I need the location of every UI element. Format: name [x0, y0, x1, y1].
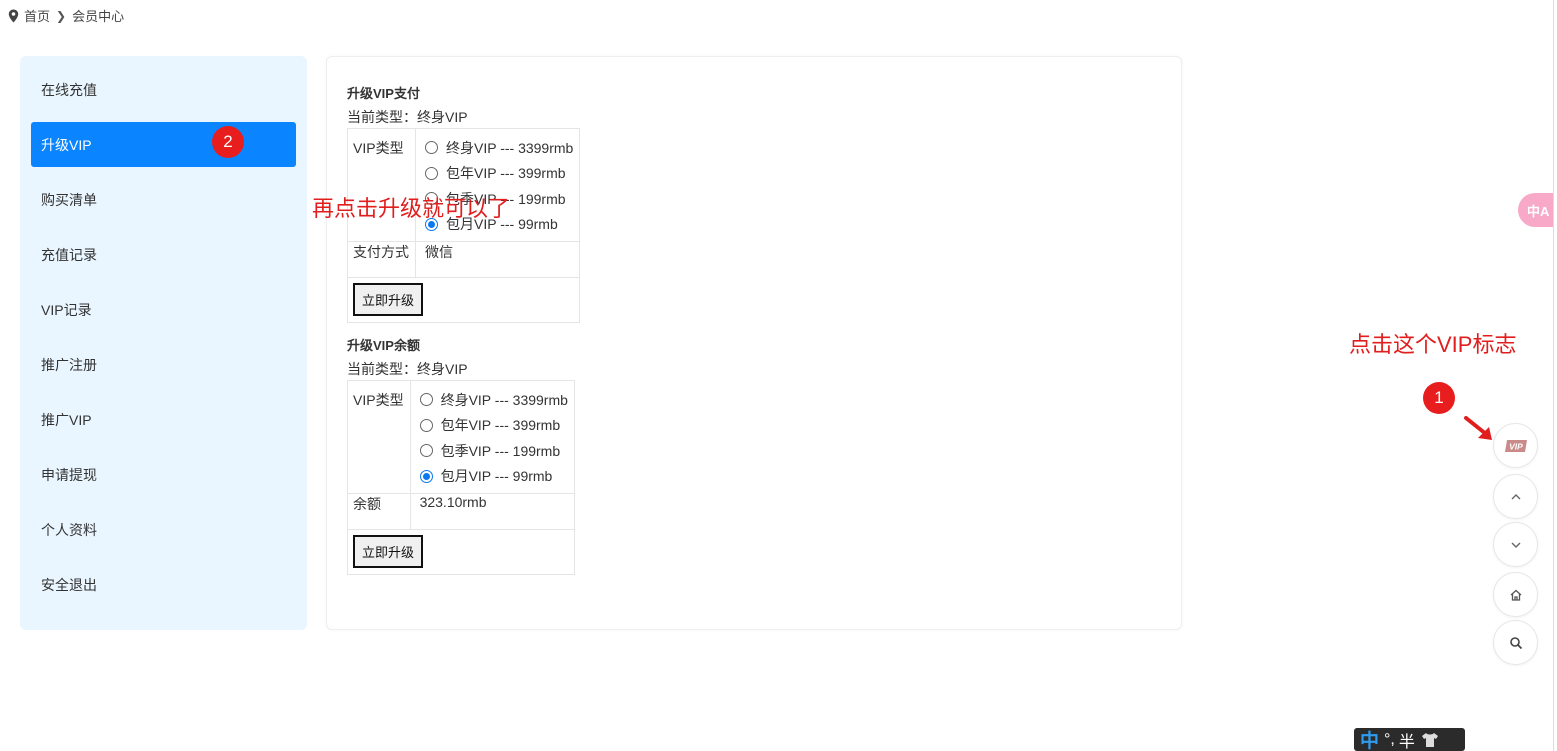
home-button[interactable] — [1493, 572, 1538, 617]
radio-option-yearly[interactable]: 包年VIP --- 399rmb — [419, 413, 568, 439]
radio-button[interactable] — [419, 444, 433, 458]
search-button[interactable] — [1493, 620, 1538, 665]
annotation-arrow-icon — [1464, 416, 1492, 440]
search-icon — [1509, 636, 1522, 649]
vip-type-options: 终身VIP --- 3399rmb 包年VIP --- 399rmb 包季VIP… — [414, 128, 581, 242]
home-icon — [1510, 589, 1521, 601]
main-panel: 升级VIP支付 当前类型：终身VIP VIP类型 终身VIP --- 3399r… — [326, 56, 1182, 630]
balance-upgrade-button[interactable]: 立即升级 — [353, 535, 424, 568]
translate-icon: 中A — [1527, 203, 1550, 219]
balance-value: 323.10rmb — [409, 493, 575, 530]
balance-form-table: VIP类型 终身VIP --- 3399rmb 包年VIP --- 399rmb… — [347, 380, 575, 575]
translate-tab[interactable]: 中A — [1518, 193, 1557, 227]
sidebar-item-online-recharge[interactable]: 在线充值 — [31, 67, 296, 112]
radio-button[interactable] — [425, 141, 438, 155]
sidebar-item-vip-records[interactable]: VIP记录 — [31, 287, 296, 332]
scrollbar-edge — [1553, 0, 1557, 751]
sidebar-item-promo-vip[interactable]: 推广VIP — [31, 397, 296, 442]
scroll-down-button[interactable] — [1493, 522, 1538, 567]
balance-section-title: 升级VIP余额 — [347, 338, 420, 353]
svg-text:VIP: VIP — [1509, 441, 1523, 451]
radio-option-quarterly[interactable]: 包季VIP --- 199rmb — [419, 438, 568, 464]
pay-current-type: 当前类型：终身VIP — [347, 109, 468, 125]
member-sidebar: 在线充值 升级VIP 购买清单 充值记录 VIP记录 推广注册 推广VIP 申请… — [20, 56, 307, 630]
chevron-right-icon: ❯ — [56, 8, 67, 23]
pay-upgrade-button[interactable]: 立即升级 — [353, 283, 424, 316]
step-1-badge: 1 — [1423, 382, 1455, 414]
scroll-up-button[interactable] — [1493, 474, 1538, 519]
pay-method-label: 支付方式 — [347, 241, 416, 278]
ime-mode[interactable]: 中 — [1360, 726, 1379, 751]
sidebar-item-withdraw[interactable]: 申请提现 — [31, 452, 296, 497]
radio-option-monthly[interactable]: 包月VIP --- 99rmb — [419, 464, 568, 490]
sidebar-item-recharge-records[interactable]: 充值记录 — [31, 232, 296, 277]
sidebar-item-profile[interactable]: 个人资料 — [31, 507, 296, 552]
sidebar-item-purchase-list[interactable]: 购买清单 — [31, 177, 296, 222]
vip-type-options: 终身VIP --- 3399rmb 包年VIP --- 399rmb 包季VIP… — [409, 380, 575, 494]
sidebar-item-promo-register[interactable]: 推广注册 — [31, 342, 296, 387]
chevron-down-icon — [1511, 542, 1520, 548]
vip-type-label: VIP类型 — [347, 380, 411, 494]
sidebar-item-logout[interactable]: 安全退出 — [31, 562, 296, 607]
pay-form-table: VIP类型 终身VIP --- 3399rmb 包年VIP --- 399rmb… — [346, 128, 581, 323]
breadcrumb: 首页 ❯ 会员中心 — [8, 6, 124, 25]
balance-current-type: 当前类型：终身VIP — [347, 361, 468, 377]
pay-method-value: 微信 — [414, 241, 581, 278]
step-2-annotation: 再点击升级就可以了 — [312, 196, 511, 221]
radio-option-lifetime[interactable]: 终身VIP --- 3399rmb — [425, 135, 573, 161]
radio-button[interactable] — [419, 418, 433, 432]
pay-section-title: 升级VIP支付 — [347, 86, 420, 101]
location-pin-icon — [8, 9, 19, 22]
vip-float-button[interactable]: VIP — [1493, 423, 1538, 468]
vip-icon: VIP — [1504, 439, 1527, 452]
chevron-up-icon — [1511, 493, 1520, 499]
breadcrumb-home-link[interactable]: 首页 — [24, 6, 50, 25]
ime-punctuation[interactable]: °, — [1384, 731, 1395, 749]
radio-option-lifetime[interactable]: 终身VIP --- 3399rmb — [419, 387, 568, 413]
sidebar-item-upgrade-vip[interactable]: 升级VIP — [31, 122, 296, 167]
ime-width[interactable]: 半 — [1399, 728, 1415, 751]
vip-type-label: VIP类型 — [347, 128, 416, 242]
balance-label: 余额 — [347, 493, 411, 530]
ime-status-bar[interactable]: 中 °, 半 — [1354, 728, 1465, 751]
radio-option-yearly[interactable]: 包年VIP --- 399rmb — [425, 161, 573, 187]
radio-button-selected[interactable] — [419, 469, 433, 483]
step-2-badge: 2 — [212, 126, 244, 158]
breadcrumb-current: 会员中心 — [72, 9, 125, 24]
step-1-annotation: 点击这个VIP标志 — [1349, 332, 1517, 357]
shirt-skin-icon[interactable] — [1421, 732, 1439, 748]
radio-button[interactable] — [419, 393, 433, 407]
radio-button[interactable] — [425, 166, 438, 180]
